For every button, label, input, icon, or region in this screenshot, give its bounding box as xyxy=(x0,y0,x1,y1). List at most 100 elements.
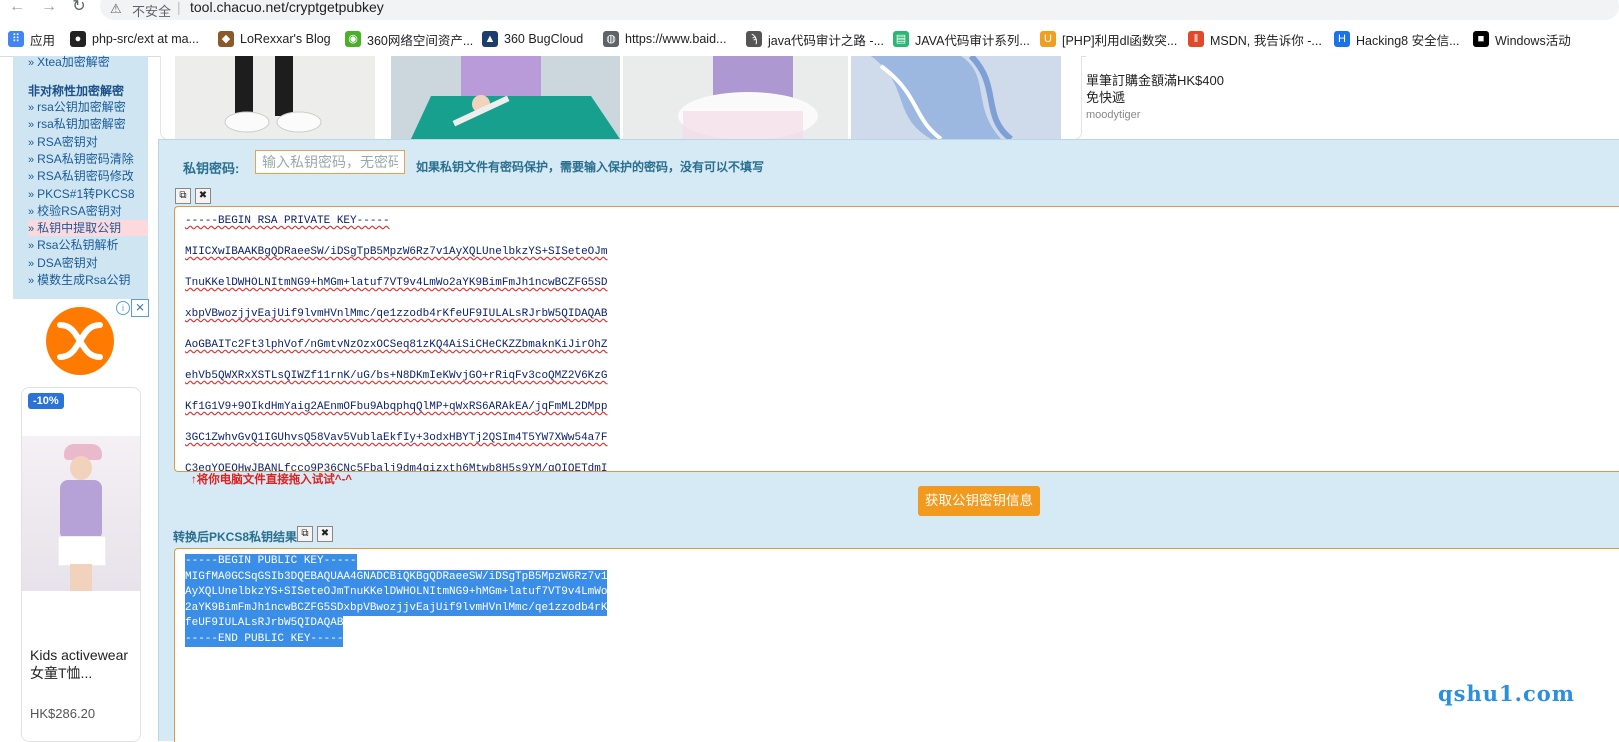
ad-close-icon[interactable]: ⨯ xyxy=(131,299,149,317)
brand-logo-icon[interactable] xyxy=(46,307,114,375)
product-photo[interactable] xyxy=(22,436,140,591)
bookmark-item[interactable]: ‖ MSDN, 我告诉你 -... xyxy=(1188,30,1322,48)
key-line: TnuKKelDWHOLNItmNG9+hMGm+latuf7VT9v4LmWo… xyxy=(185,277,608,289)
drag-drop-hint: ↑将你电脑文件直接拖入试试^-^ xyxy=(191,474,353,486)
warning-icon[interactable]: ⚠ xyxy=(110,1,122,17)
double-chevron-icon: » xyxy=(28,171,35,184)
key-line: MIGfMA0GCSqGSIb3DQEBAQUAA4GNADCBiQKBgQDR… xyxy=(185,569,608,585)
back-arrow-icon[interactable]: ← xyxy=(8,0,26,16)
sidebar-item[interactable]: » 校验RSA密钥对 xyxy=(28,203,122,219)
forward-arrow-icon[interactable]: → xyxy=(40,0,58,16)
key-line: feUF9IULALsRJrbW5QIDAQAB xyxy=(185,616,344,632)
banner-image[interactable] xyxy=(175,56,375,139)
bookmark-item[interactable]: ϡ java代码审计之路 -... xyxy=(746,30,884,48)
get-public-key-button[interactable]: 获取公钥密钥信息 xyxy=(918,486,1040,516)
bookmark-item[interactable]: ◉ 360网络空间资产... xyxy=(345,30,473,48)
bookmark-label: Hacking8 安全信... xyxy=(1356,33,1460,48)
public-key-result-textarea[interactable]: -----BEGIN PUBLIC KEY----- MIGfMA0GCSqGSI… xyxy=(174,548,1619,742)
key-line: ehVb5QWXRxXSTLsQIWZf11rnK/uG/bs+N8DKmIeK… xyxy=(185,370,608,382)
double-chevron-icon: » xyxy=(28,240,35,253)
sidebar-item-xtea[interactable]: » Xtea加密解密 xyxy=(28,54,110,70)
double-chevron-icon: » xyxy=(28,275,35,287)
bookmark-label: 应用 xyxy=(30,33,56,48)
sidebar-item[interactable]: » Rsa公私钥解析 xyxy=(28,237,118,253)
ad-product-card[interactable]: -10% Kids activewear 女童T恤... HK$286.20 xyxy=(21,387,141,742)
bookmark-item[interactable]: U [PHP]利用dl函数突... xyxy=(1040,30,1177,48)
blog-icon: ◆ xyxy=(218,31,234,47)
bookmark-label: LoRexxar's Blog xyxy=(240,32,331,46)
copy-icon[interactable]: ⧉ xyxy=(175,188,191,204)
left-ad[interactable]: i ⨯ -10% Kids activewear 女童T恤... HK$286.… xyxy=(13,299,149,742)
sidebar-item-label: PKCS#1转PKCS8 xyxy=(37,186,135,201)
hacking8-icon: H xyxy=(1334,31,1350,47)
result-label: 转换后PKCS8私钥结果: xyxy=(173,530,302,544)
password-label: 私钥密码: xyxy=(183,161,240,176)
browser-toolbar: ← → ↻ ⚠ 不安全 | tool.chacuo.net/cryptgetpu… xyxy=(0,0,1619,23)
banner-ad[interactable] xyxy=(160,56,1082,140)
private-key-text[interactable]: -----BEGIN RSA PRIVATE KEY----- MIICXwIBA… xyxy=(185,214,608,471)
bookmark-item[interactable]: ⠿ 应用 xyxy=(8,30,55,48)
key-line: AoGBAITc2Ft3lphVof/nGmtvNzOzxOCSeq81zKQ4… xyxy=(185,339,608,351)
github-icon: ● xyxy=(70,31,86,47)
ad-info-icon[interactable]: i xyxy=(116,301,130,315)
tool-sidebar: » Xtea加密解密 非对称性加密解密 » rsa公钥加密解密» rsa私钥加密解密»… xyxy=(13,54,148,299)
banner-offer[interactable]: 單筆訂購金額滿HK$400 免快遞 moodytiger xyxy=(1086,56,1619,139)
tool-panel: 私钥密码: 如果私钥文件有密码保护，需要输入保护的密码，没有可以不填写 ⧉ ✖ … xyxy=(158,139,1619,742)
banner-image[interactable] xyxy=(851,56,1061,139)
sidebar-item[interactable]: » 私钥中提取公钥 xyxy=(28,220,148,237)
banner-image[interactable] xyxy=(391,56,620,139)
key-line: Kf1G1V9+9OIkdHmYaig2AEnmOFbu9AbqphqQlMP+… xyxy=(185,401,608,413)
sidebar-item[interactable]: » rsa私钥加密解密 xyxy=(28,116,126,132)
public-key-text[interactable]: -----BEGIN PUBLIC KEY----- MIGfMA0GCSqGSI… xyxy=(185,554,608,647)
key-line: AyXQLUnelbkzYS+SISeteOJmTnuKKelDWHOLNItm… xyxy=(185,585,608,601)
key-line: -----BEGIN RSA PRIVATE KEY----- xyxy=(185,215,390,227)
password-hint: 如果私钥文件有密码保护，需要输入保护的密码，没有可以不填写 xyxy=(416,160,765,174)
sidebar-item[interactable]: » PKCS#1转PKCS8 xyxy=(28,186,135,202)
sidebar-item-label: RSA密钥对 xyxy=(37,134,98,149)
bookmarks-bar: ⠿ 应用 ● php-src/ext at ma... ◆ LoRexxar's Blog… xyxy=(0,22,1619,57)
key-line: 3GC1ZwhvGvQ1IGUhvsQ58Vav5VublaEkfIy+3odx… xyxy=(185,432,608,444)
sidebar-item-label: RSA私钥密码修改 xyxy=(37,169,134,184)
insecure-label[interactable]: 不安全 xyxy=(132,1,171,20)
private-key-textarea[interactable]: -----BEGIN RSA PRIVATE KEY----- MIICXwIBA… xyxy=(174,206,1619,472)
reload-icon[interactable]: ↻ xyxy=(70,0,88,16)
sidebar-item[interactable]: » RSA私钥密码修改 xyxy=(28,168,134,184)
bookmark-label: JAVA代码审计系列... xyxy=(915,33,1030,48)
bookmark-item[interactable]: ◍ https://www.baid... xyxy=(603,30,726,48)
doc-icon: ▤ xyxy=(893,31,909,47)
sidebar-item[interactable]: » DSA密钥对 xyxy=(28,255,98,271)
key-line: xbpVBwozjjvEajUif9lvmHVnlMmc/qe1zzodb4rK… xyxy=(185,308,608,320)
ad-product-title[interactable]: Kids activewear 女童T恤... xyxy=(30,646,138,682)
bookmark-item[interactable]: ◆ LoRexxar's Blog xyxy=(218,30,331,48)
private-key-password-input[interactable] xyxy=(255,150,405,174)
double-chevron-icon: » xyxy=(28,188,35,201)
bookmark-label: Windows活动 xyxy=(1495,33,1571,48)
bookmark-item[interactable]: ■ Windows活动 xyxy=(1473,30,1571,48)
sidebar-item[interactable]: » rsa公钥加密解密 xyxy=(28,99,126,115)
copy-icon[interactable]: ⧉ xyxy=(297,526,313,542)
sidebar-item[interactable]: » RSA密钥对 xyxy=(28,134,98,150)
sidebar-item-label: DSA密钥对 xyxy=(37,255,98,270)
sidebar-item-label: rsa私钥加密解密 xyxy=(37,117,126,132)
key-line: MIICXwIBAAKBgQDRaeeSW/iDSgTpB5MpzW6Rz7v1… xyxy=(185,246,608,258)
banner-image[interactable] xyxy=(623,56,848,139)
offer-subtext: 免快遞 xyxy=(1086,90,1126,105)
url-text[interactable]: tool.chacuo.net/cryptgetpubkey xyxy=(190,0,384,15)
bookmark-item[interactable]: H Hacking8 安全信... xyxy=(1334,30,1460,48)
double-chevron-icon: » xyxy=(28,57,35,69)
360-icon: ◉ xyxy=(345,31,361,47)
sidebar-item[interactable]: » 模数生成Rsa公钥 xyxy=(28,272,130,288)
bookmark-label: https://www.baid... xyxy=(625,32,727,46)
bookmark-item[interactable]: ▲ 360 BugCloud xyxy=(482,30,583,48)
sidebar-item-label: 校验RSA密钥对 xyxy=(37,203,122,218)
clear-icon[interactable]: ✖ xyxy=(195,188,211,204)
bookmark-label: 360网络空间资产... xyxy=(367,33,474,48)
double-chevron-icon: » xyxy=(28,153,35,166)
clear-icon[interactable]: ✖ xyxy=(317,526,333,542)
windows-icon: ■ xyxy=(1473,31,1489,47)
sidebar-item[interactable]: » RSA私钥密码清除 xyxy=(28,151,134,167)
key-line: -----END PUBLIC KEY----- xyxy=(185,631,344,647)
bookmark-item[interactable]: ▤ JAVA代码审计系列... xyxy=(893,30,1030,48)
bookmark-item[interactable]: ● php-src/ext at ma... xyxy=(70,30,199,48)
msdn-icon: ‖ xyxy=(1188,31,1204,47)
